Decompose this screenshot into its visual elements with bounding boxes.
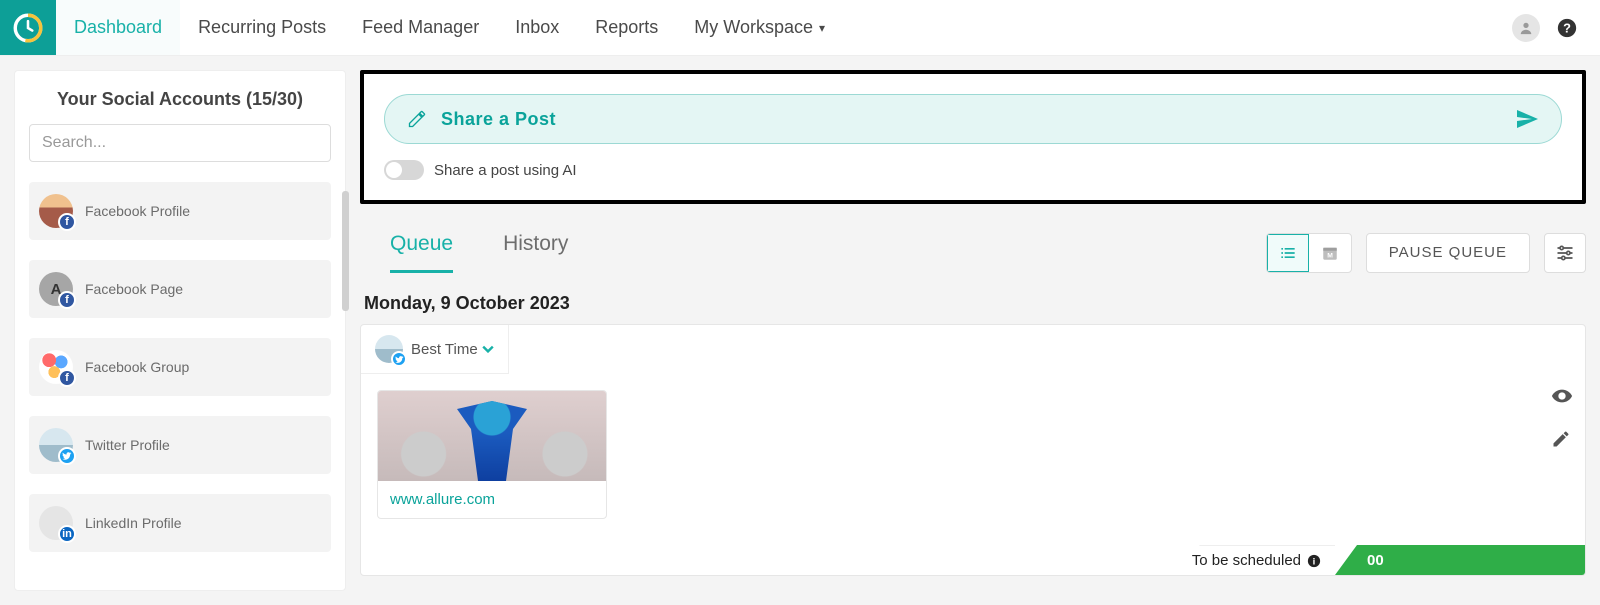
post-link: www.allure.com <box>378 481 606 518</box>
account-avatar-small <box>375 335 403 363</box>
sidebar-item-facebook-group[interactable]: f Facebook Group <box>29 338 331 396</box>
edit-icon <box>407 109 427 129</box>
search-input[interactable] <box>29 124 331 162</box>
top-nav: Dashboard Recurring Posts Feed Manager I… <box>0 0 1600 56</box>
sidebar-title: Your Social Accounts (15/30) <box>29 89 331 110</box>
nav-my-workspace-label: My Workspace <box>694 17 813 38</box>
sidebar-item-facebook-profile[interactable]: f Facebook Profile <box>29 182 331 240</box>
twitter-badge-icon <box>58 447 76 465</box>
sidebar-item-linkedin-profile[interactable]: in LinkedIn Profile <box>29 494 331 552</box>
help-icon: ? <box>1556 17 1578 39</box>
avatar: f <box>39 350 73 384</box>
brand-logo[interactable] <box>0 0 56 55</box>
scrollbar-thumb[interactable] <box>342 191 349 311</box>
best-time-dropdown[interactable]: Best Time <box>411 341 494 358</box>
queue-toolbar: Queue History M PAUSE QUEUE <box>360 232 1586 273</box>
facebook-badge-icon: f <box>58 213 76 231</box>
share-post-input[interactable]: Share a Post <box>384 94 1562 144</box>
nav-reports[interactable]: Reports <box>577 0 676 55</box>
list-icon <box>1278 243 1298 263</box>
edit-button[interactable] <box>1551 429 1573 449</box>
preview-button[interactable] <box>1551 385 1573 407</box>
pause-queue-button[interactable]: PAUSE QUEUE <box>1366 233 1530 273</box>
post-preview[interactable]: www.allure.com <box>377 390 607 519</box>
svg-text:M: M <box>1327 252 1333 259</box>
main-content: Share a Post Share a post using AI Queue… <box>360 56 1600 605</box>
view-switcher: M <box>1266 233 1352 273</box>
list-view-button[interactable] <box>1267 234 1309 272</box>
queue-card: Best Time www.allure.com To be scheduled… <box>360 324 1586 576</box>
nav-dashboard[interactable]: Dashboard <box>56 0 180 55</box>
sidebar-item-facebook-page[interactable]: Af Facebook Page <box>29 260 331 318</box>
avatar: Af <box>39 272 73 306</box>
svg-text:i: i <box>1313 556 1316 567</box>
nav-recurring-posts[interactable]: Recurring Posts <box>180 0 344 55</box>
ai-toggle[interactable] <box>384 160 424 180</box>
facebook-badge-icon: f <box>58 291 76 309</box>
tab-queue[interactable]: Queue <box>390 232 453 273</box>
avatar <box>39 428 73 462</box>
nav-my-workspace[interactable]: My Workspace ▾ <box>676 0 843 55</box>
best-time-label: Best Time <box>411 341 478 358</box>
avatar: in <box>39 506 73 540</box>
chevron-down-icon: ▾ <box>819 21 825 35</box>
to-be-scheduled-label: To be scheduled i <box>1178 545 1335 575</box>
nav-inbox[interactable]: Inbox <box>497 0 577 55</box>
avatar: f <box>39 194 73 228</box>
queue-date-heading: Monday, 9 October 2023 <box>364 293 1586 314</box>
share-post-label: Share a Post <box>441 109 556 130</box>
twitter-badge-icon <box>391 351 407 367</box>
calendar-view-button[interactable]: M <box>1309 234 1351 272</box>
compose-box: Share a Post Share a post using AI <box>360 70 1586 204</box>
edit-icon <box>1551 429 1571 449</box>
ai-toggle-label: Share a post using AI <box>434 162 577 179</box>
sidebar-item-label: LinkedIn Profile <box>85 515 182 531</box>
sliders-icon <box>1555 243 1575 263</box>
scheduled-count-tag: 00 <box>1335 545 1585 575</box>
user-icon <box>1519 21 1533 35</box>
send-icon[interactable] <box>1515 107 1539 131</box>
social-accounts-sidebar: Your Social Accounts (15/30) f Facebook … <box>14 70 346 591</box>
facebook-badge-icon: f <box>58 369 76 387</box>
account-avatar[interactable] <box>1512 14 1540 42</box>
calendar-icon: M <box>1321 244 1339 262</box>
sidebar-item-label: Twitter Profile <box>85 437 170 453</box>
tab-history[interactable]: History <box>503 232 568 273</box>
brand-clock-icon <box>11 11 45 45</box>
sidebar-item-label: Facebook Group <box>85 359 189 375</box>
filter-button[interactable] <box>1544 233 1586 273</box>
sidebar-item-label: Facebook Profile <box>85 203 190 219</box>
svg-text:?: ? <box>1563 20 1571 35</box>
sidebar-item-label: Facebook Page <box>85 281 183 297</box>
post-thumbnail <box>378 391 606 481</box>
help-button[interactable]: ? <box>1556 17 1578 39</box>
chevron-down-icon <box>482 345 494 353</box>
linkedin-badge-icon: in <box>58 525 76 543</box>
eye-icon <box>1551 385 1573 407</box>
sidebar-item-twitter-profile[interactable]: Twitter Profile <box>29 416 331 474</box>
info-icon[interactable]: i <box>1307 554 1321 568</box>
nav-feed-manager[interactable]: Feed Manager <box>344 0 497 55</box>
